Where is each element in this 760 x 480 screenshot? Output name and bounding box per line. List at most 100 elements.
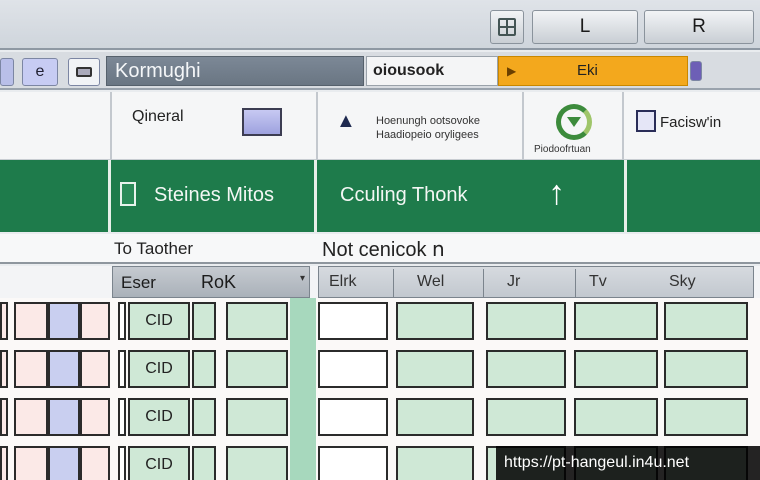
row-cell[interactable] bbox=[226, 446, 288, 480]
column-header-sky[interactable]: Sky bbox=[669, 273, 696, 291]
row-cell[interactable] bbox=[486, 398, 566, 436]
toolbar-end-tab[interactable] bbox=[690, 61, 702, 81]
row-select-box[interactable] bbox=[48, 302, 80, 340]
column-header-tv[interactable]: Tv bbox=[589, 273, 607, 291]
row-cell[interactable] bbox=[574, 398, 658, 436]
warning-desc-line: Hoenungh ootsovoke bbox=[376, 115, 480, 127]
ribbon-divider bbox=[110, 92, 112, 160]
row-cell[interactable] bbox=[664, 302, 748, 340]
header-divider bbox=[108, 160, 111, 232]
table-row[interactable]: CID bbox=[0, 394, 760, 438]
play-arrow-icon: ▶ bbox=[507, 64, 517, 78]
status-pill[interactable]: ▶ Eki bbox=[498, 56, 688, 86]
row-marker[interactable] bbox=[118, 398, 126, 436]
header-divider bbox=[624, 160, 627, 232]
row-cell[interactable] bbox=[192, 398, 216, 436]
row-cell[interactable] bbox=[80, 302, 110, 340]
row-cell[interactable] bbox=[396, 398, 474, 436]
l-button[interactable]: L bbox=[532, 10, 638, 44]
row-cell[interactable] bbox=[396, 350, 474, 388]
document-title: Kormughi bbox=[106, 56, 364, 86]
column-header-group-left: Eser RoK ▾ bbox=[112, 266, 310, 298]
row-edge[interactable] bbox=[0, 302, 8, 340]
grid-view-button[interactable] bbox=[490, 10, 524, 44]
monitor-button[interactable] bbox=[68, 58, 100, 86]
monitor-icon bbox=[76, 67, 92, 77]
row-cell[interactable] bbox=[486, 350, 566, 388]
row-cell[interactable] bbox=[226, 398, 288, 436]
row-cell[interactable] bbox=[80, 446, 110, 480]
row-cell[interactable] bbox=[14, 302, 48, 340]
row-select-box[interactable] bbox=[48, 398, 80, 436]
row-cell[interactable] bbox=[318, 446, 388, 480]
row-cell[interactable] bbox=[192, 350, 216, 388]
summary-stat-1: Steines Mitos bbox=[154, 184, 275, 206]
row-select-box[interactable] bbox=[48, 446, 80, 480]
row-id-cell[interactable]: CID bbox=[128, 302, 190, 340]
table-row[interactable]: CID bbox=[0, 298, 760, 342]
caption-right: Not cenicok ո bbox=[322, 239, 445, 261]
row-id-cell[interactable]: CID bbox=[128, 350, 190, 388]
table-row[interactable]: CID bbox=[0, 346, 760, 390]
row-cell[interactable] bbox=[574, 350, 658, 388]
row-cell[interactable] bbox=[318, 302, 388, 340]
row-cell[interactable] bbox=[192, 446, 216, 480]
caption-left: To Taother bbox=[114, 239, 194, 258]
row-cell[interactable] bbox=[318, 350, 388, 388]
ribbon: Qineral ▲ Hoenungh ootsovoke Haadiopeio … bbox=[0, 92, 760, 160]
row-cell[interactable] bbox=[664, 398, 748, 436]
ribbon-divider bbox=[522, 92, 524, 160]
general-label[interactable]: Qineral bbox=[132, 108, 184, 126]
column-header-elrk[interactable]: Elrk bbox=[329, 273, 357, 291]
summary-header-bar: Steines Mitos Cculing Thonk ↑ bbox=[0, 160, 760, 232]
row-edge[interactable] bbox=[0, 350, 8, 388]
column-header-user[interactable]: Eser bbox=[121, 273, 156, 293]
color-swatch-button[interactable] bbox=[242, 108, 282, 136]
sort-icon[interactable]: ▾ bbox=[300, 273, 305, 284]
warning-description: Hoenungh ootsovoke Haadiopeio oryligees bbox=[376, 114, 516, 142]
face-label[interactable]: Facisw'in bbox=[660, 114, 721, 131]
row-id-cell[interactable]: CID bbox=[128, 446, 190, 480]
r-button[interactable]: R bbox=[644, 10, 754, 44]
row-marker[interactable] bbox=[118, 350, 126, 388]
row-cell[interactable] bbox=[664, 350, 748, 388]
cycle-label: Piodoofrtuan bbox=[534, 144, 591, 155]
status-label: Eki bbox=[577, 62, 598, 79]
search-field[interactable]: oiousook bbox=[366, 56, 498, 86]
row-marker[interactable] bbox=[118, 302, 126, 340]
row-cell[interactable] bbox=[226, 350, 288, 388]
row-cell[interactable] bbox=[14, 398, 48, 436]
row-cell[interactable] bbox=[14, 350, 48, 388]
title-bar: L R bbox=[0, 0, 760, 50]
caption-row: To Taother Not cenicok ո bbox=[0, 234, 760, 264]
row-marker[interactable] bbox=[118, 446, 126, 480]
row-cell[interactable] bbox=[486, 302, 566, 340]
frame-icon[interactable] bbox=[636, 110, 656, 132]
checkbox[interactable] bbox=[120, 182, 136, 206]
ribbon-divider bbox=[622, 92, 624, 160]
column-separator bbox=[483, 269, 484, 297]
row-select-box[interactable] bbox=[48, 350, 80, 388]
row-id-cell[interactable]: CID bbox=[128, 398, 190, 436]
refresh-cycle-icon[interactable] bbox=[556, 104, 592, 140]
row-cell[interactable] bbox=[318, 398, 388, 436]
row-cell[interactable] bbox=[396, 302, 474, 340]
e-button[interactable]: e bbox=[22, 58, 58, 86]
row-cell[interactable] bbox=[396, 446, 474, 480]
row-cell[interactable] bbox=[574, 302, 658, 340]
column-header-jr[interactable]: Jr bbox=[507, 273, 520, 291]
up-arrow-icon[interactable]: ↑ bbox=[548, 174, 565, 213]
column-header-row: Eser RoK ▾ Elrk Wel Jr Tv Sky bbox=[0, 266, 760, 298]
toolbar-left-tab[interactable] bbox=[0, 58, 14, 86]
warning-icon[interactable]: ▲ bbox=[336, 110, 356, 133]
column-header-role[interactable]: RoK bbox=[201, 272, 236, 293]
row-cell[interactable] bbox=[192, 302, 216, 340]
row-cell[interactable] bbox=[80, 350, 110, 388]
summary-stat-2: Cculing Thonk bbox=[340, 184, 468, 206]
row-cell[interactable] bbox=[80, 398, 110, 436]
column-header-wel[interactable]: Wel bbox=[417, 273, 444, 291]
row-edge[interactable] bbox=[0, 398, 8, 436]
row-cell[interactable] bbox=[14, 446, 48, 480]
row-cell[interactable] bbox=[226, 302, 288, 340]
row-edge[interactable] bbox=[0, 446, 8, 480]
